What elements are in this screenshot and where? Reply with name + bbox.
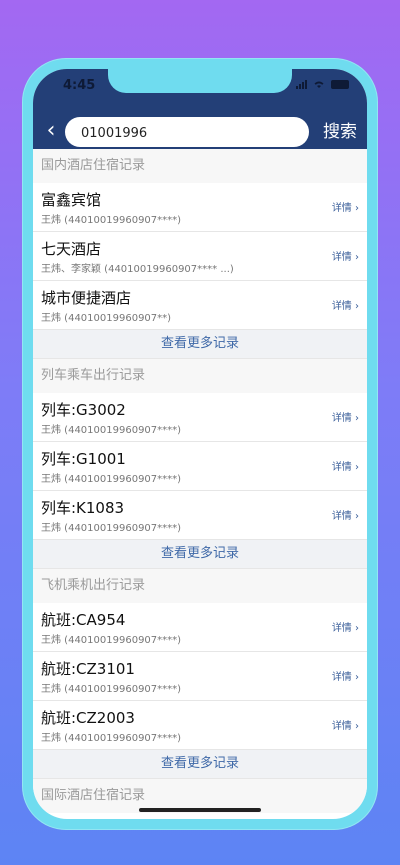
list-item[interactable]: 航班:CZ3101 王炜 (44010019960907****) 详情 › <box>33 652 367 701</box>
detail-label: 详情 <box>331 623 352 634</box>
detail-label: 详情 <box>331 462 352 473</box>
list-item[interactable]: 七天酒店 王炜、李家颖 (44010019960907**** ...) 详情 … <box>33 232 367 281</box>
detail-link[interactable]: 详情 › <box>332 297 359 312</box>
detail-link[interactable]: 详情 › <box>332 409 359 424</box>
list-item[interactable]: 列车:K1083 王炜 (44010019960907****) 详情 › <box>33 491 367 540</box>
detail-link[interactable]: 详情 › <box>332 619 359 634</box>
item-subtitle: 王炜 (44010019960907****) <box>41 474 182 485</box>
view-more-button[interactable]: 查看更多记录 <box>33 330 367 359</box>
section-header-domestic-hotel: 国内酒店住宿记录 <box>33 149 367 183</box>
item-subtitle: 王炜 (44010019960907****) <box>41 684 182 695</box>
phone-frame: 4:45 ‹ 搜索 国内酒店住宿记录 <box>22 58 378 830</box>
list-item[interactable]: 航班:CZ2003 王炜 (44010019960907****) 详情 › <box>33 701 367 750</box>
list-item[interactable]: 城市便捷酒店 王炜 (44010019960907**) 详情 › <box>33 281 367 330</box>
phone-screen: 4:45 ‹ 搜索 国内酒店住宿记录 <box>33 69 367 819</box>
search-button[interactable]: 搜索 <box>323 117 357 147</box>
item-subtitle: 王炜 (44010019960907****) <box>41 215 182 226</box>
detail-label: 详情 <box>331 721 352 732</box>
back-chevron-icon[interactable]: ‹ <box>41 119 61 143</box>
chevron-right-icon: › <box>355 721 359 732</box>
detail-label: 详情 <box>331 301 352 312</box>
chevron-right-icon: › <box>355 462 359 473</box>
app-header: 4:45 ‹ 搜索 <box>33 69 367 149</box>
item-subtitle: 王炜、李家颖 (44010019960907**** ...) <box>41 264 234 275</box>
item-title: 航班:CA954 <box>41 611 126 629</box>
search-input[interactable] <box>79 117 283 149</box>
view-more-button[interactable]: 查看更多记录 <box>33 750 367 779</box>
detail-link[interactable]: 详情 › <box>332 668 359 683</box>
item-subtitle: 王炜 (44010019960907**) <box>41 313 172 324</box>
item-title: 航班:CZ2003 <box>41 709 135 727</box>
notch <box>108 69 292 93</box>
results-list[interactable]: 国内酒店住宿记录 富鑫宾馆 王炜 (44010019960907****) 详情… <box>33 149 367 819</box>
signal-icon <box>296 79 307 89</box>
detail-label: 详情 <box>331 511 352 522</box>
detail-link[interactable]: 详情 › <box>332 717 359 732</box>
item-subtitle: 王炜 (44010019960907****) <box>41 635 182 646</box>
view-more-button[interactable]: 查看更多记录 <box>33 540 367 569</box>
item-title: 城市便捷酒店 <box>41 289 132 307</box>
battery-icon <box>331 79 349 89</box>
list-item[interactable]: 富鑫宾馆 王炜 (44010019960907****) 详情 › <box>33 183 367 232</box>
list-item[interactable]: 列车:G3002 王炜 (44010019960907****) 详情 › <box>33 393 367 442</box>
chevron-right-icon: › <box>355 301 359 312</box>
item-title: 列车:G3002 <box>41 401 126 419</box>
detail-label: 详情 <box>331 203 352 214</box>
item-title: 富鑫宾馆 <box>41 191 102 209</box>
section-header-train: 列车乘车出行记录 <box>33 359 367 393</box>
item-subtitle: 王炜 (44010019960907****) <box>41 523 182 534</box>
list-item[interactable]: 列车:G1001 王炜 (44010019960907****) 详情 › <box>33 442 367 491</box>
chevron-right-icon: › <box>355 623 359 634</box>
section-header-flight: 飞机乘机出行记录 <box>33 569 367 603</box>
item-title: 列车:G1001 <box>41 450 126 468</box>
item-subtitle: 王炜 (44010019960907****) <box>41 425 182 436</box>
detail-label: 详情 <box>331 672 352 683</box>
chevron-right-icon: › <box>355 203 359 214</box>
item-title: 七天酒店 <box>41 240 102 258</box>
detail-link[interactable]: 详情 › <box>332 507 359 522</box>
detail-label: 详情 <box>331 413 352 424</box>
chevron-right-icon: › <box>355 252 359 263</box>
chevron-right-icon: › <box>355 511 359 522</box>
detail-link[interactable]: 详情 › <box>332 458 359 473</box>
item-subtitle: 王炜 (44010019960907****) <box>41 733 182 744</box>
nav-bar: ‹ 搜索 <box>33 113 367 151</box>
detail-link[interactable]: 详情 › <box>332 199 359 214</box>
chevron-right-icon: › <box>355 672 359 683</box>
item-title: 列车:K1083 <box>41 499 125 517</box>
chevron-right-icon: › <box>355 413 359 424</box>
item-title: 航班:CZ3101 <box>41 660 135 678</box>
detail-link[interactable]: 详情 › <box>332 248 359 263</box>
list-item[interactable]: 航班:CA954 王炜 (44010019960907****) 详情 › <box>33 603 367 652</box>
status-time: 4:45 <box>63 78 96 93</box>
wifi-icon <box>314 81 324 88</box>
home-indicator <box>139 808 261 812</box>
detail-label: 详情 <box>331 252 352 263</box>
search-box[interactable] <box>65 117 309 149</box>
status-icons <box>296 79 349 89</box>
